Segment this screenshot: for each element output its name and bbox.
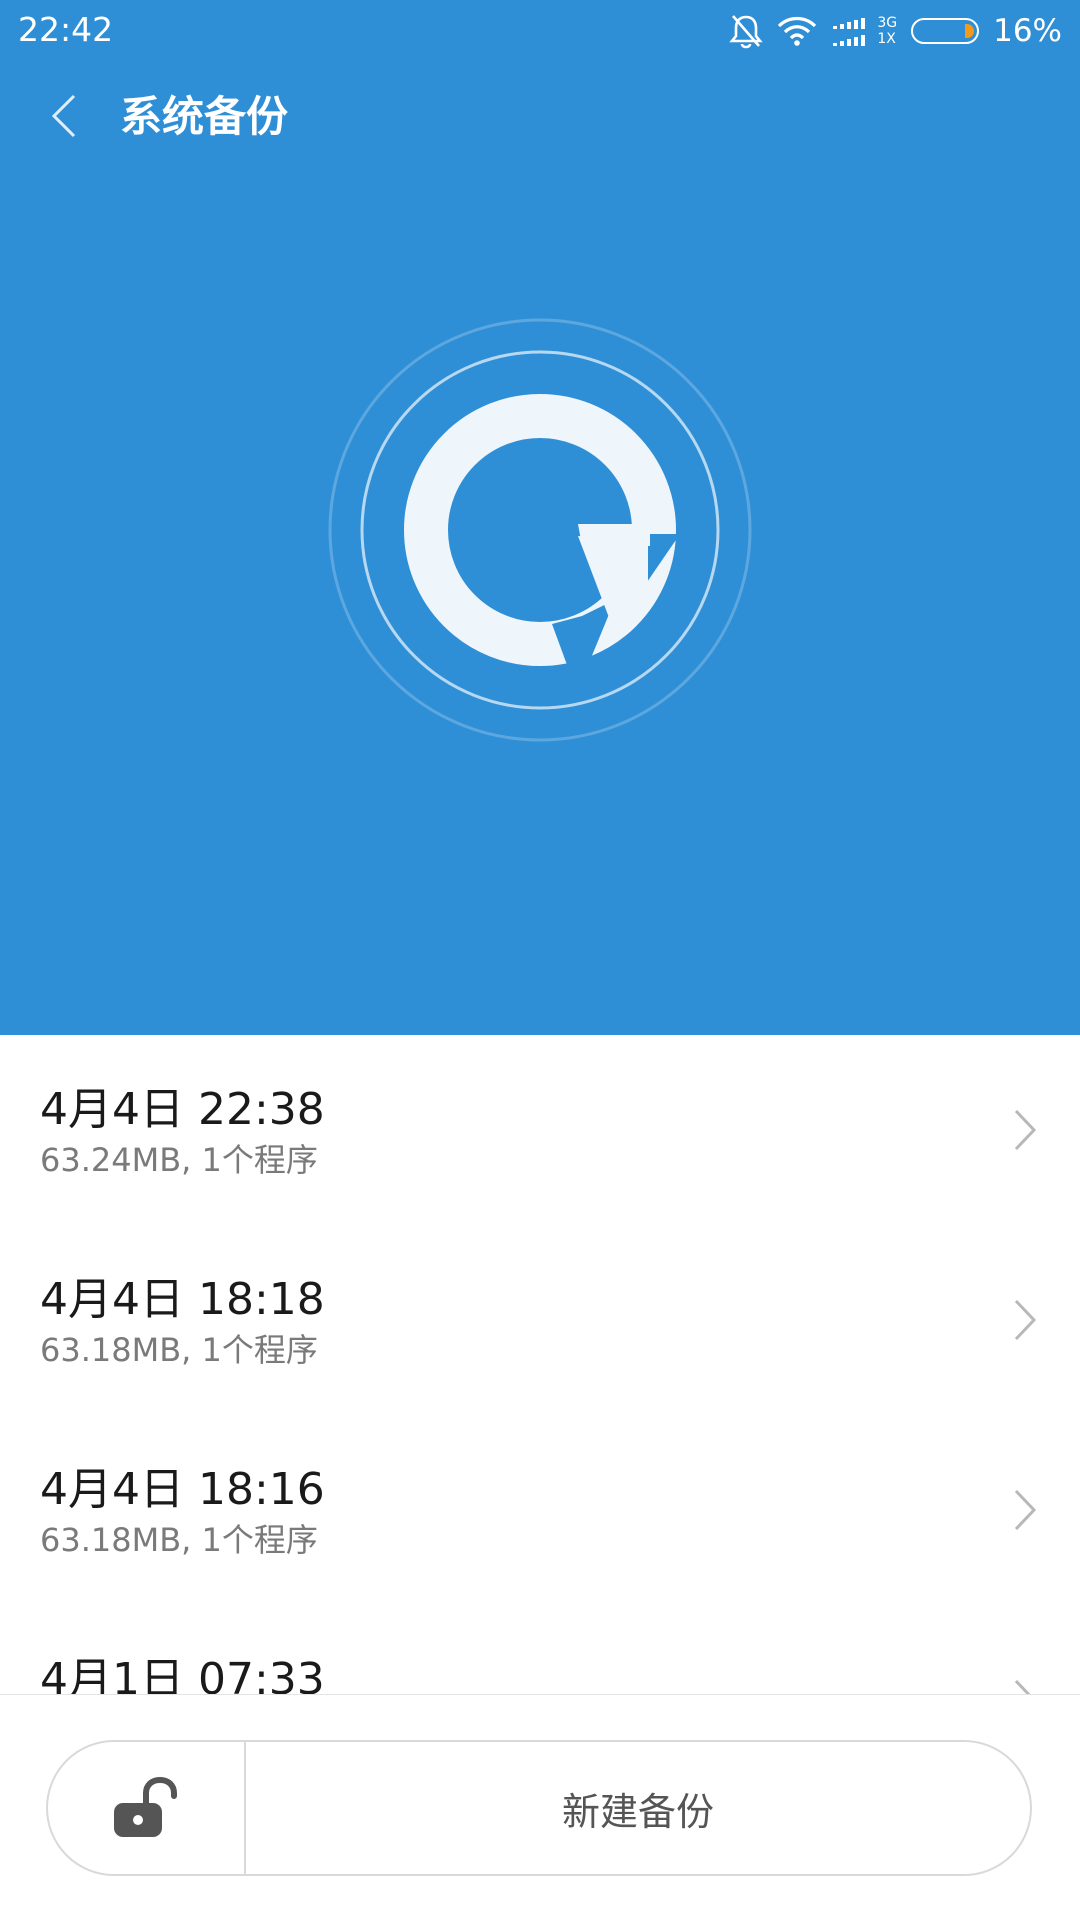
backup-list-item[interactable]: 4月4日 18:18 63.18MB, 1个程序 <box>0 1225 1080 1415</box>
backup-date: 4月4日 18:18 <box>40 1274 325 1325</box>
backup-size: 63.18MB, 1个程序 <box>40 1331 318 1369</box>
backup-size: 63.18MB, 1个程序 <box>40 1521 318 1559</box>
header-area: 22:42 3G 1X 16% 系统备份 <box>0 0 1080 1035</box>
action-bar: 系统备份 <box>0 62 1080 172</box>
chevron-right-icon <box>1014 1109 1037 1151</box>
battery-level <box>965 24 975 38</box>
backup-list: 4月4日 22:38 63.24MB, 1个程序 4月4日 18:18 63.1… <box>0 1035 1080 1695</box>
backup-list-item[interactable]: 4月4日 18:16 63.18MB, 1个程序 <box>0 1415 1080 1605</box>
battery-icon <box>911 18 980 44</box>
chevron-right-icon <box>1014 1679 1032 1695</box>
lock-button[interactable] <box>48 1742 246 1874</box>
chevron-right-icon <box>1014 1489 1037 1531</box>
backup-logo-icon <box>328 318 752 742</box>
status-bar: 22:42 3G 1X 16% <box>0 0 1080 62</box>
battery-percent: 16% <box>993 13 1062 49</box>
backup-list-item[interactable]: 4月1日 07:33 <box>0 1605 1080 1695</box>
wifi-icon <box>777 15 817 47</box>
back-button[interactable] <box>36 88 92 144</box>
new-backup-button[interactable]: 新建备份 <box>246 1742 1030 1874</box>
backup-date: 4月4日 18:16 <box>40 1464 325 1515</box>
backup-size: 63.24MB, 1个程序 <box>40 1141 318 1179</box>
unlock-icon <box>114 1776 177 1837</box>
page-title: 系统备份 <box>120 92 289 141</box>
backup-date: 4月1日 07:33 <box>40 1654 325 1695</box>
network-type-top: 3G <box>877 15 898 31</box>
network-type: 3G 1X <box>877 15 897 47</box>
signal-icon <box>831 14 871 48</box>
bell-off-icon <box>729 13 764 49</box>
chevron-left-icon <box>51 94 76 138</box>
backup-date: 4月4日 22:38 <box>40 1084 325 1135</box>
backup-list-item[interactable]: 4月4日 22:38 63.24MB, 1个程序 <box>0 1035 1080 1225</box>
network-type-bottom: 1X <box>877 31 896 47</box>
chevron-right-icon <box>1014 1299 1037 1341</box>
status-icons: 3G 1X 16% <box>715 8 1062 54</box>
status-time: 22:42 <box>18 10 114 49</box>
bottom-button-group: 新建备份 <box>46 1740 1032 1876</box>
bottom-panel: 新建备份 <box>0 1694 1080 1920</box>
